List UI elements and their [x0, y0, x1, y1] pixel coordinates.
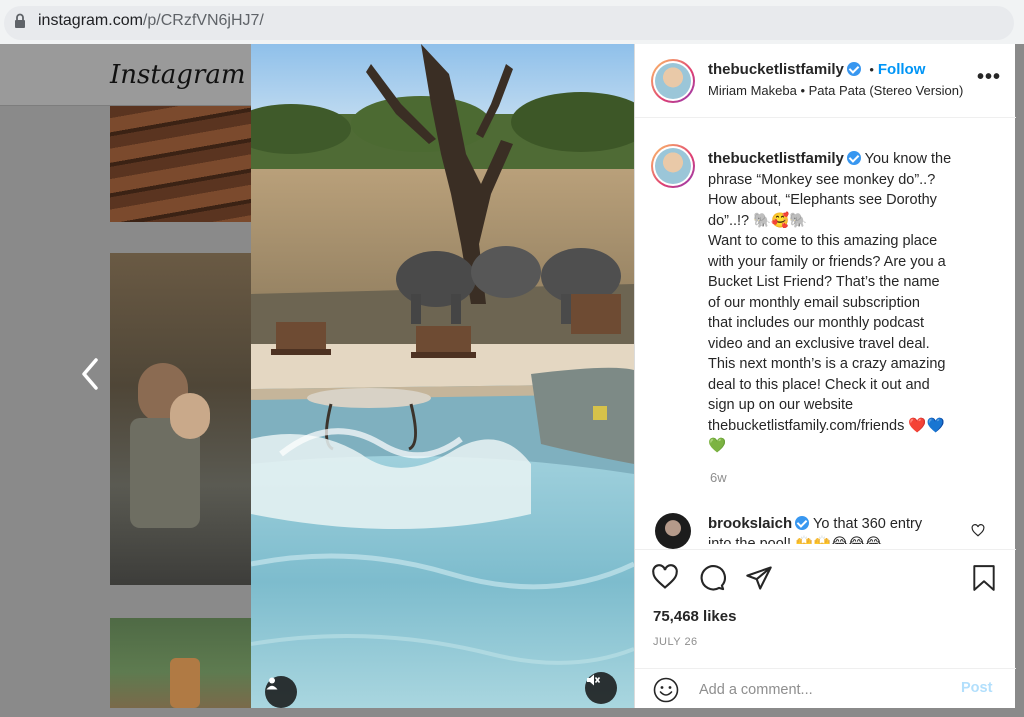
comment-input[interactable] [699, 679, 949, 701]
caption-author-avatar[interactable] [651, 144, 695, 188]
add-comment-bar: Post [635, 668, 1016, 709]
verified-badge-icon [795, 516, 810, 530]
comment-text-line2: into the pool! 🙌🙌😂😂😂 [708, 536, 882, 544]
caption-first-line: thebucketlistfamily You know the [708, 149, 998, 170]
post-header: thebucketlistfamily • Follow Miriam Makeb… [635, 44, 1016, 118]
comment-like-heart-icon[interactable] [971, 524, 985, 537]
post-caption: thebucketlistfamily You know the phrase … [708, 149, 998, 457]
caption-line: 💚 [708, 438, 727, 454]
caption-line: Bucket List Friend? That’s the name [708, 274, 940, 290]
dot-separator: • [869, 62, 874, 77]
caption-line: sign up on our website [708, 397, 854, 413]
verified-badge-icon [846, 151, 861, 165]
caption-line: that includes our monthly podcast [708, 315, 925, 331]
caption-line: of our monthly email subscription [708, 294, 920, 311]
url-text[interactable]: instagram.com/p/CRzfVN6jHJ7/ [38, 12, 264, 30]
instagram-header: Instagram [0, 44, 251, 106]
caption-link-line[interactable]: thebucketlistfamily.com/friends ❤️💙 [708, 416, 998, 437]
send-icon[interactable] [745, 564, 773, 592]
post-actions: 75,468 likes JULY 26 Post [635, 549, 1016, 708]
feed-image-family[interactable] [110, 253, 251, 585]
feed-image-giraffe[interactable] [110, 618, 251, 708]
tagged-users-button[interactable] [265, 676, 297, 708]
chevron-left-icon[interactable] [78, 356, 102, 392]
feed-image-logs[interactable] [110, 106, 251, 222]
smiley-icon[interactable] [653, 677, 679, 703]
post-comment-button[interactable]: Post [961, 680, 992, 696]
caption-line: do”..!? 🐘🥰🐘 [708, 212, 808, 229]
caption-username[interactable]: thebucketlistfamily [708, 150, 844, 167]
more-options-button[interactable]: ••• [977, 66, 1001, 89]
verified-badge-icon [846, 62, 861, 76]
post-video[interactable] [251, 44, 634, 708]
caption-line: This next month’s is a crazy amazing [708, 356, 946, 372]
caption-line: Want to come to this amazing place [708, 233, 938, 249]
caption-line: phrase “Monkey see monkey do”..? [708, 171, 936, 188]
bookmark-icon[interactable] [971, 564, 997, 592]
url-path: /p/CRzfVN6jHJ7/ [142, 12, 264, 29]
caption-line: video and an exclusive travel deal. [708, 335, 930, 352]
heart-icon[interactable] [651, 564, 679, 590]
browser-address-bar: instagram.com/p/CRzfVN6jHJ7/ [0, 0, 1024, 44]
likes-count[interactable]: 75,468 likes [653, 608, 736, 625]
lock-icon [15, 13, 25, 28]
audio-track-link[interactable]: Miriam Makeba • Pata Pata (Stereo Versio… [708, 83, 963, 98]
user-tag-icon [266, 677, 278, 690]
author-avatar[interactable] [651, 59, 695, 103]
post-details-panel: thebucketlistfamily • Follow Miriam Makeb… [634, 44, 1016, 708]
comment-text: Yo that 360 entry [812, 516, 923, 532]
caption-line: How about, “Elephants see Dorothy [708, 192, 937, 208]
caption-line: deal to this place! Check it out and [708, 376, 930, 393]
post-age[interactable]: 6w [710, 470, 727, 485]
author-username[interactable]: thebucketlistfamily [708, 61, 844, 78]
comment-item: brookslaich Yo that 360 entry into the p… [708, 514, 978, 544]
caption-line: with your family or friends? Are you a [708, 253, 946, 270]
author-line: thebucketlistfamily • Follow [708, 61, 925, 79]
video-frame [251, 44, 634, 708]
caption-line: You know the [864, 151, 952, 167]
muted-speaker-icon [587, 674, 601, 686]
instagram-logo[interactable]: Instagram [110, 60, 246, 90]
commenter-avatar[interactable] [655, 513, 691, 549]
follow-button[interactable]: Follow [878, 61, 926, 78]
mute-toggle-button[interactable] [585, 672, 617, 704]
comment-first-line: brookslaich Yo that 360 entry [708, 514, 978, 534]
post-date: JULY 26 [653, 636, 698, 648]
url-domain: instagram.com [38, 12, 143, 29]
comment-icon[interactable] [698, 564, 726, 592]
commenter-username[interactable]: brookslaich [708, 515, 792, 532]
